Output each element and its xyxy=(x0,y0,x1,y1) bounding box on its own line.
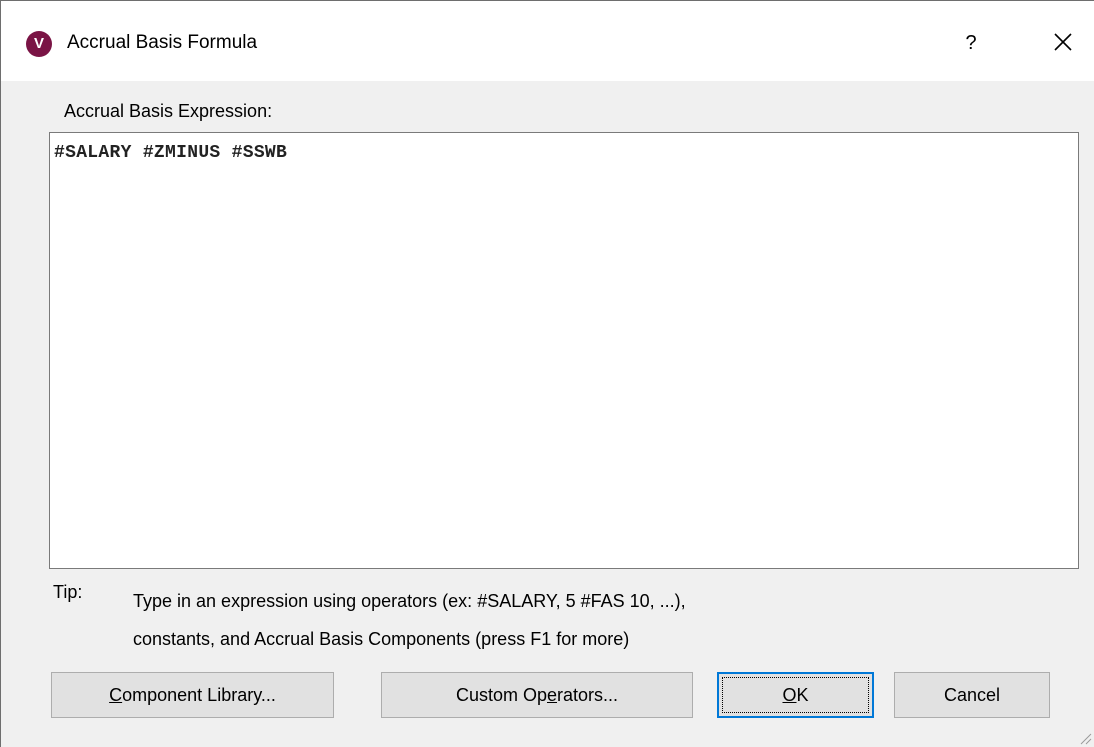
tip-line-2: constants, and Accrual Basis Components … xyxy=(133,629,630,649)
tip-label: Tip: xyxy=(53,582,83,602)
dialog-window: V Accrual Basis Formula ? Accrual Basis … xyxy=(0,0,1094,747)
custom-operators-mnemonic: e xyxy=(547,685,558,705)
component-library-button[interactable]: Component Library... xyxy=(51,672,334,718)
custom-operators-button[interactable]: Custom Operators... xyxy=(381,672,693,718)
custom-operators-label-end: rators... xyxy=(557,685,619,705)
resize-grip-icon[interactable] xyxy=(1078,731,1092,745)
help-button[interactable]: ? xyxy=(941,25,1001,61)
app-icon: V xyxy=(26,31,52,57)
close-button[interactable] xyxy=(1033,23,1093,63)
custom-operators-label-start: Custom Op xyxy=(455,685,547,705)
cancel-button[interactable]: Cancel xyxy=(894,672,1050,718)
close-icon xyxy=(1054,33,1072,51)
component-library-label: omponent Library... xyxy=(122,685,276,705)
window-title: Accrual Basis Formula xyxy=(67,32,258,53)
component-library-mnemonic: C xyxy=(109,685,123,705)
ok-button[interactable]: OK xyxy=(717,672,874,718)
expression-label: Accrual Basis Expression: xyxy=(64,101,273,121)
tip-text: Type in an expression using operators (e… xyxy=(133,582,686,658)
title-bar: V Accrual Basis Formula ? xyxy=(1,1,1094,81)
focus-rectangle xyxy=(722,677,869,713)
tip-line-1: Type in an expression using operators (e… xyxy=(133,591,686,611)
expression-textarea[interactable]: #SALARY #ZMINUS #SSWB xyxy=(49,132,1079,569)
